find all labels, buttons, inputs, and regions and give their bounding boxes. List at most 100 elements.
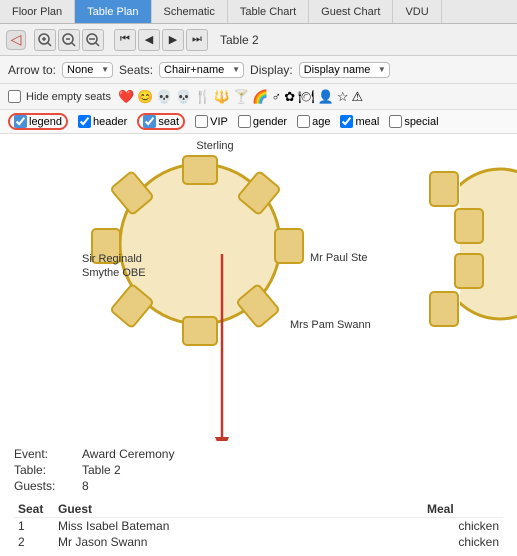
hide-empty-checkbox[interactable] — [8, 90, 21, 103]
tab-bar: Floor Plan Table Plan Schematic Table Ch… — [0, 0, 517, 24]
guest-meal-0: chicken — [423, 518, 503, 535]
icon-person[interactable]: 👤 — [318, 89, 334, 105]
hide-empty-label: Hide empty seats — [26, 91, 111, 103]
icon-heart[interactable]: ❤️ — [118, 89, 134, 105]
guest-sterling-label: Sterling — [175, 140, 255, 152]
check-special-label: special — [404, 116, 438, 128]
check-header-label: header — [93, 116, 127, 128]
check-meal[interactable] — [340, 115, 353, 128]
seat-right — [275, 229, 303, 263]
tab-floor-plan[interactable]: Floor Plan — [0, 0, 75, 23]
zoom-fit-button[interactable] — [58, 29, 80, 51]
icon-smile[interactable]: 😊 — [137, 89, 153, 105]
icon-filter[interactable]: 🔱 — [214, 89, 230, 105]
partial-seat-2 — [455, 209, 483, 243]
nav-last-button[interactable]: ⏭ — [186, 29, 208, 51]
seat-bottom-right — [236, 284, 279, 328]
guest-name-1: Mr Jason Swann — [54, 534, 423, 550]
col-header-seat: Seat — [14, 501, 54, 518]
check-gender-label: gender — [253, 116, 287, 128]
icon-rainbow[interactable]: 🌈 — [252, 89, 268, 105]
event-value: Award Ceremony — [82, 447, 503, 461]
guest-row: 2 Mr Jason Swann chicken — [14, 534, 503, 550]
guest-paul-label: Mr Paul Ste — [310, 252, 367, 264]
check-legend-group: legend — [8, 113, 68, 130]
guest-pam-label: Mrs Pam Swann — [290, 319, 371, 331]
icon-flower[interactable]: ✿ — [284, 89, 295, 105]
icon-gender[interactable]: ♂ — [271, 89, 281, 104]
check-header-group: header — [78, 115, 127, 128]
arrow-to-label: Arrow to: — [8, 63, 56, 77]
check-seat-group: seat — [137, 113, 185, 130]
tab-table-plan[interactable]: Table Plan — [75, 0, 151, 23]
check-header[interactable] — [78, 115, 91, 128]
check-age-label: age — [312, 116, 330, 128]
table-circle — [120, 164, 280, 324]
icon-meal[interactable]: 🍽 — [298, 89, 315, 105]
tab-schematic[interactable]: Schematic — [152, 0, 228, 23]
check-special[interactable] — [389, 115, 402, 128]
icons-row: Hide empty seats ❤️ 😊 💀 💀 🍴 🔱 🍸 🌈 ♂ ✿ 🍽 … — [0, 84, 517, 110]
icon-skull[interactable]: 💀 — [156, 89, 172, 105]
partial-table — [435, 169, 517, 319]
check-age-group: age — [297, 115, 330, 128]
zoom-group — [34, 29, 104, 51]
nav-first-button[interactable]: ⏮ — [114, 29, 136, 51]
toolbar: ◁ ⏮ ◀ ▶ ⏭ — [0, 24, 517, 56]
guest-name-0: Miss Isabel Bateman — [54, 518, 423, 535]
check-special-group: special — [389, 115, 438, 128]
display-select[interactable]: Display name — [299, 62, 390, 78]
seat-bottom — [183, 317, 217, 345]
seats-label: Seats: — [119, 63, 153, 77]
check-gender-group: gender — [238, 115, 287, 128]
icon-cutlery[interactable]: 🍴 — [195, 89, 211, 105]
check-gender[interactable] — [238, 115, 251, 128]
check-seat-label: seat — [158, 116, 179, 128]
check-vip[interactable] — [195, 115, 208, 128]
tab-guest-chart[interactable]: Guest Chart — [309, 0, 393, 23]
col-header-meal: Meal — [423, 501, 503, 518]
col-header-guest: Guest — [54, 501, 423, 518]
partial-seat-4 — [430, 292, 458, 326]
guests-label: Guests: — [14, 479, 74, 493]
check-meal-label: meal — [355, 116, 379, 128]
guest-reginald-label: Sir ReginaldSmythe OBE — [82, 252, 146, 281]
seat-bottom-left — [110, 284, 153, 328]
check-vip-group: VIP — [195, 115, 228, 128]
table-label: Table: — [14, 463, 74, 477]
check-seat[interactable] — [143, 115, 156, 128]
display-select-wrapper[interactable]: Display name — [299, 62, 390, 78]
nav-group: ⏮ ◀ ▶ ⏭ — [114, 29, 208, 51]
display-label: Display: — [250, 63, 293, 77]
check-age[interactable] — [297, 115, 310, 128]
icon-warning[interactable]: ⚠ — [352, 89, 364, 105]
seat-top-right — [237, 171, 280, 215]
partial-seat-1 — [430, 172, 458, 206]
nav-next-button[interactable]: ▶ — [162, 29, 184, 51]
seats-select[interactable]: Chair+name — [159, 62, 244, 78]
zoom-in-button[interactable] — [34, 29, 56, 51]
icon-cocktail[interactable]: 🍸 — [233, 89, 249, 105]
info-section: Event: Award Ceremony Table: Table 2 Gue… — [0, 441, 517, 556]
icon-skull2[interactable]: 💀 — [176, 89, 192, 105]
guest-seat-0: 1 — [14, 518, 54, 535]
guest-seat-1: 2 — [14, 534, 54, 550]
main-content: Sterling Sir ReginaldSmythe OBE Mr Paul … — [0, 134, 517, 556]
icon-star[interactable]: ☆ — [337, 89, 349, 105]
nav-prev-button[interactable]: ◀ — [138, 29, 160, 51]
options-row: Arrow to: None Seats: Chair+name Display… — [0, 56, 517, 84]
tab-table-chart[interactable]: Table Chart — [228, 0, 309, 23]
guest-row: 1 Miss Isabel Bateman chicken — [14, 518, 503, 535]
zoom-out-button[interactable] — [82, 29, 104, 51]
guests-table: Seat Guest Meal 1 Miss Isabel Bateman ch… — [14, 501, 503, 550]
tab-vdu[interactable]: VDU — [393, 0, 441, 23]
back-button[interactable]: ◁ — [6, 30, 26, 50]
guests-value: 8 — [82, 479, 503, 493]
check-legend[interactable] — [14, 115, 27, 128]
table-value: Table 2 — [82, 463, 503, 477]
check-legend-label: legend — [29, 116, 62, 128]
check-vip-label: VIP — [210, 116, 228, 128]
arrow-to-select[interactable]: None — [62, 62, 113, 78]
seats-select-wrapper[interactable]: Chair+name — [159, 62, 244, 78]
arrow-to-select-wrapper[interactable]: None — [62, 62, 113, 78]
